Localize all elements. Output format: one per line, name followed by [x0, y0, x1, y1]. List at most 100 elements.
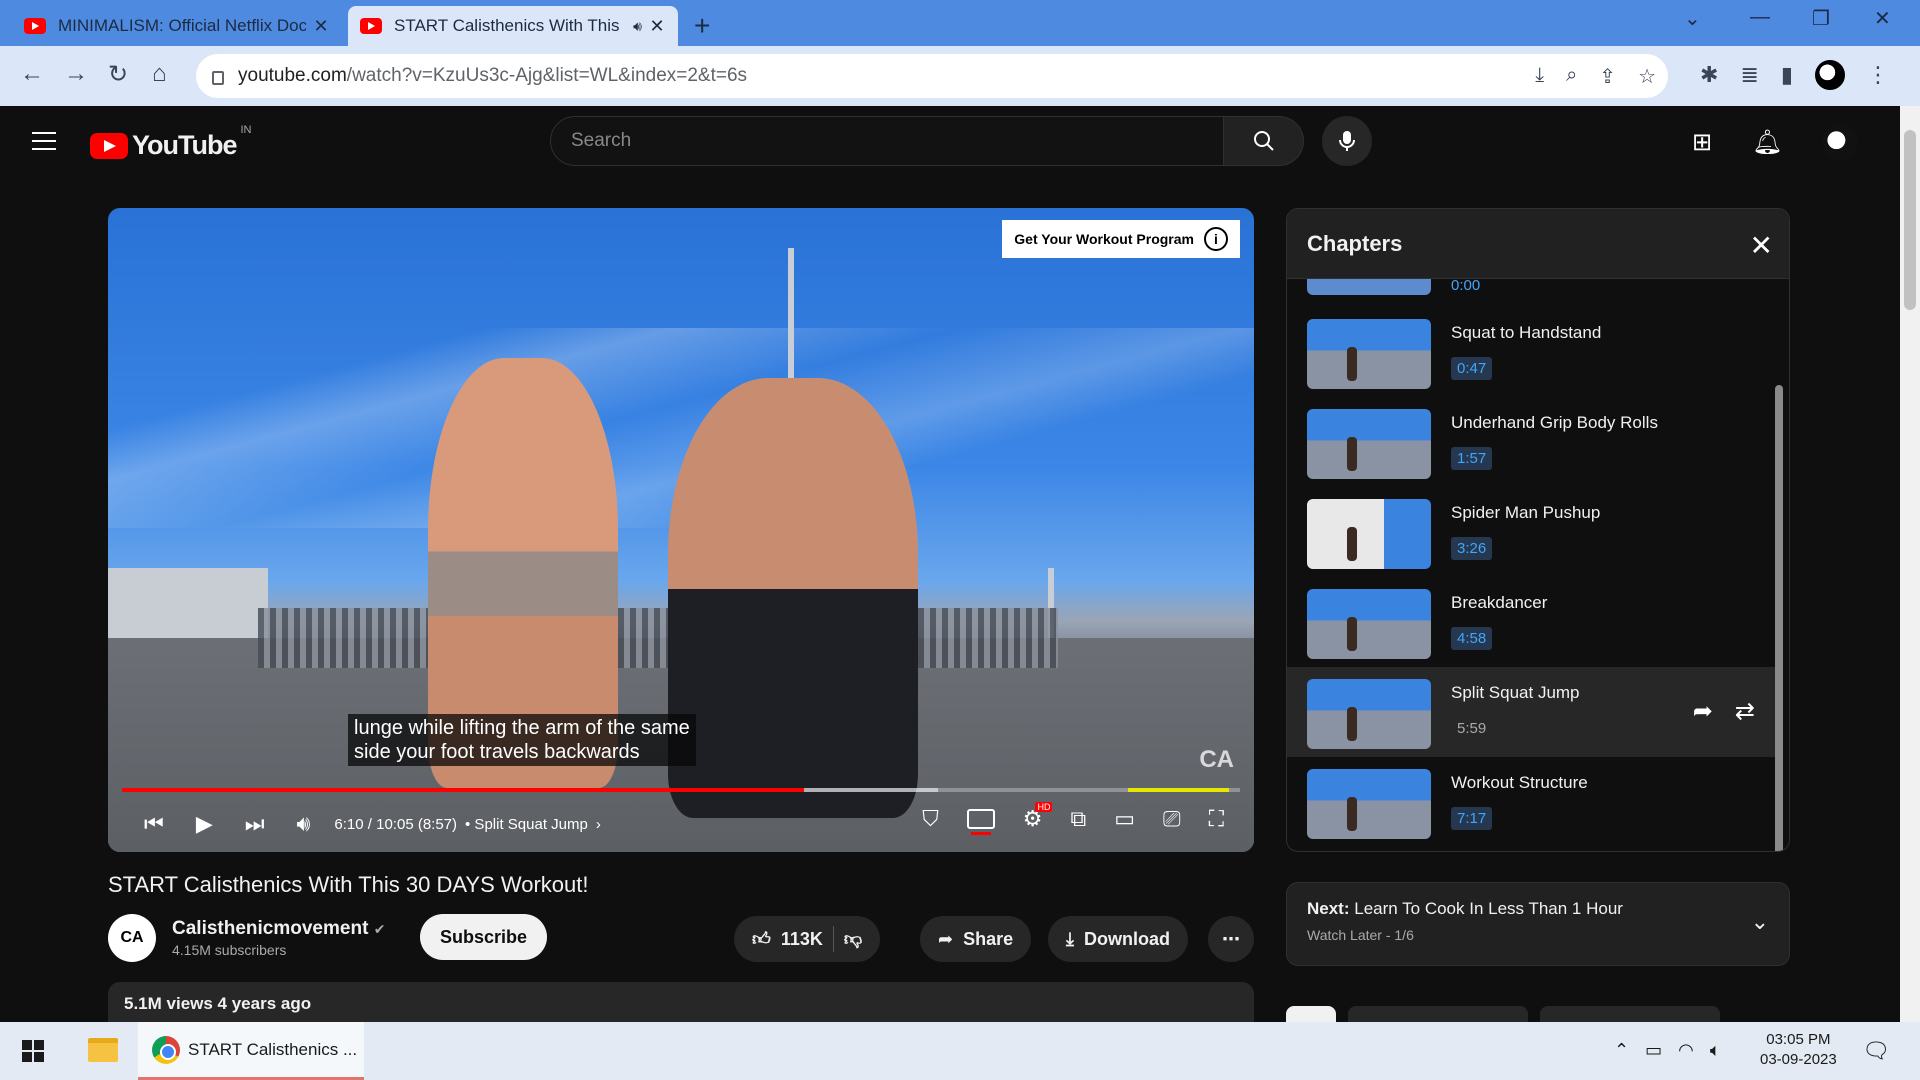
- progress-bar[interactable]: [122, 788, 1240, 792]
- video-player[interactable]: Get Your Workout Program i lunge while l…: [108, 208, 1254, 852]
- next-icon[interactable]: ⏭: [245, 811, 265, 837]
- tab-start-calisthenics[interactable]: START Calisthenics With This 🔊︎ ✕: [348, 6, 678, 46]
- like-dislike-group: 👍︎ 113K 👎︎: [734, 916, 881, 962]
- minimize-button[interactable]: —: [1750, 6, 1770, 29]
- menu-icon[interactable]: [32, 132, 56, 156]
- chip[interactable]: [1348, 1006, 1528, 1022]
- cta-label: Get Your Workout Program: [1014, 231, 1194, 247]
- extensions-icon[interactable]: ✱: [1700, 62, 1718, 88]
- chapter-item[interactable]: Breakdancer 4:58: [1287, 577, 1775, 667]
- playlist-position: Watch Later - 1/6: [1307, 927, 1414, 943]
- speaker-icon[interactable]: 🔈︎: [1710, 1040, 1721, 1061]
- share-chapter-icon[interactable]: ➦: [1693, 697, 1713, 726]
- lock-icon[interactable]: [212, 71, 224, 85]
- loop-chapter-icon[interactable]: ⇄: [1735, 697, 1755, 726]
- close-icon[interactable]: ✕: [1750, 229, 1773, 262]
- info-icon[interactable]: i: [1204, 227, 1228, 251]
- close-window-button[interactable]: ✕: [1874, 6, 1891, 31]
- clock[interactable]: 03:05 PM 03-09-2023: [1760, 1030, 1837, 1070]
- cast-icon[interactable]: ⎚: [1163, 806, 1181, 832]
- play-icon[interactable]: ▶: [196, 811, 213, 837]
- chapter-time[interactable]: 5:59: [1451, 717, 1492, 740]
- chapter-time[interactable]: 3:26: [1451, 537, 1493, 560]
- miniplayer-icon[interactable]: ⧉: [1070, 806, 1086, 832]
- speaker-icon[interactable]: 🔊︎: [633, 18, 642, 35]
- file-explorer-icon[interactable]: [88, 1038, 118, 1062]
- install-app-icon[interactable]: ⤓: [1535, 64, 1544, 89]
- side-panel-icon[interactable]: ▮: [1781, 62, 1793, 88]
- channel-name[interactable]: Calisthenicmovement ✔: [172, 918, 385, 940]
- settings-gear-icon[interactable]: ⚙ HD: [1023, 802, 1053, 832]
- chapter-item[interactable]: Workout Structure 7:17: [1287, 757, 1775, 847]
- zoom-icon[interactable]: ⌕: [1566, 64, 1577, 89]
- thumbs-down-icon: 👎︎: [843, 929, 863, 949]
- chapter-time[interactable]: 7:17: [1451, 807, 1493, 830]
- theater-mode-icon[interactable]: ▭: [1114, 806, 1135, 832]
- back-icon[interactable]: ←: [20, 60, 44, 88]
- description-box[interactable]: 5.1M views 4 years ago: [108, 982, 1254, 1022]
- player-controls: ⏮ ▶ ⏭ 🔊︎ 6:10 / 10:05 (8:57) • Split Squ…: [108, 802, 1254, 846]
- search-button[interactable]: [1224, 116, 1304, 166]
- download-button[interactable]: ⤓ Download: [1048, 916, 1188, 962]
- workout-program-card[interactable]: Get Your Workout Program i: [1002, 220, 1240, 258]
- chapter-thumbnail-partial[interactable]: [1307, 279, 1431, 295]
- previous-icon[interactable]: ⏮: [144, 811, 164, 837]
- new-tab-button[interactable]: +: [694, 10, 710, 42]
- channel-name-text[interactable]: Calisthenicmovement: [172, 918, 368, 939]
- chapter-item[interactable]: Underhand Grip Body Rolls 1:57: [1287, 397, 1775, 487]
- wifi-icon[interactable]: ◠: [1678, 1040, 1694, 1061]
- channel-avatar[interactable]: CA: [108, 914, 156, 962]
- like-button[interactable]: 👍︎ 113K: [752, 928, 823, 950]
- notifications-bell-icon[interactable]: 🔔︎: [1752, 128, 1782, 157]
- fullscreen-icon[interactable]: ⛶: [1209, 806, 1224, 832]
- close-tab-icon[interactable]: ✕: [648, 16, 666, 37]
- chevron-up-icon[interactable]: ⌃: [1614, 1040, 1629, 1061]
- voice-search-button[interactable]: [1322, 116, 1372, 166]
- url-bar[interactable]: youtube.com /watch?v=KzuUs3c-Ajg&list=WL…: [196, 54, 1668, 98]
- battery-icon[interactable]: ▭: [1645, 1040, 1662, 1061]
- taskbar-chrome-app[interactable]: START Calisthenics ...: [138, 1022, 364, 1080]
- current-chapter-label[interactable]: • Split Squat Jump: [465, 816, 588, 833]
- chapters-scrollbar[interactable]: [1775, 385, 1783, 851]
- reload-icon[interactable]: ↻: [108, 60, 128, 89]
- youtube-logo[interactable]: YouTube IN: [90, 124, 251, 161]
- home-icon[interactable]: ⌂: [152, 60, 167, 88]
- chevron-down-icon[interactable]: ⌄: [1751, 909, 1769, 935]
- search-input[interactable]: Search: [550, 116, 1224, 166]
- chapter-item[interactable]: Squat to Handstand 0:47: [1287, 307, 1775, 397]
- profile-avatar-icon[interactable]: [1814, 60, 1845, 90]
- restore-button[interactable]: ❐: [1812, 6, 1830, 31]
- tab-search-icon[interactable]: ⌄: [1684, 6, 1701, 31]
- more-actions-button[interactable]: ⋯: [1208, 916, 1254, 962]
- chevron-right-icon[interactable]: ›: [596, 816, 601, 833]
- subtitles-icon[interactable]: [966, 809, 995, 835]
- media-control-icon[interactable]: ≣: [1740, 62, 1758, 88]
- chapter-time[interactable]: 0:47: [1451, 357, 1493, 380]
- bookmark-star-icon[interactable]: ☆: [1638, 64, 1656, 89]
- next-in-playlist[interactable]: Next: Learn To Cook In Less Than 1 Hour …: [1286, 882, 1790, 966]
- volume-icon[interactable]: 🔊︎: [297, 811, 311, 837]
- forward-icon[interactable]: →: [64, 60, 88, 88]
- channel-watermark-logo[interactable]: CA: [1199, 746, 1234, 774]
- windows-start-icon[interactable]: [22, 1040, 44, 1062]
- chapter-time[interactable]: 1:57: [1451, 447, 1493, 470]
- chapter-item-active[interactable]: Split Squat Jump 5:59 ➦ ⇄: [1287, 667, 1775, 757]
- subscribe-button[interactable]: Subscribe: [420, 914, 548, 960]
- chapter-time[interactable]: 4:58: [1451, 627, 1493, 650]
- share-button[interactable]: ➦ Share: [920, 916, 1032, 962]
- shield-icon[interactable]: ⛉: [922, 806, 939, 832]
- create-video-icon[interactable]: ⊞: [1692, 128, 1712, 157]
- page-scrollbar[interactable]: [1900, 106, 1920, 1022]
- chapter-thumbnail: [1307, 319, 1431, 389]
- chip[interactable]: [1540, 1006, 1720, 1022]
- chip[interactable]: [1286, 1006, 1336, 1022]
- chapter-time-partial[interactable]: 0:00: [1451, 277, 1480, 294]
- close-tab-icon[interactable]: ✕: [312, 16, 330, 37]
- account-avatar[interactable]: [1822, 124, 1858, 160]
- notification-center-icon[interactable]: 🗨︎: [1862, 1038, 1890, 1064]
- chapter-item[interactable]: Spider Man Pushup 3:26: [1287, 487, 1775, 577]
- tab-minimalism[interactable]: MINIMALISM: Official Netflix Doc ✕: [12, 6, 342, 46]
- chrome-menu-icon[interactable]: ⋮: [1867, 62, 1889, 88]
- dislike-button[interactable]: 👎︎: [844, 928, 862, 950]
- share-page-icon[interactable]: ⇪: [1599, 64, 1616, 89]
